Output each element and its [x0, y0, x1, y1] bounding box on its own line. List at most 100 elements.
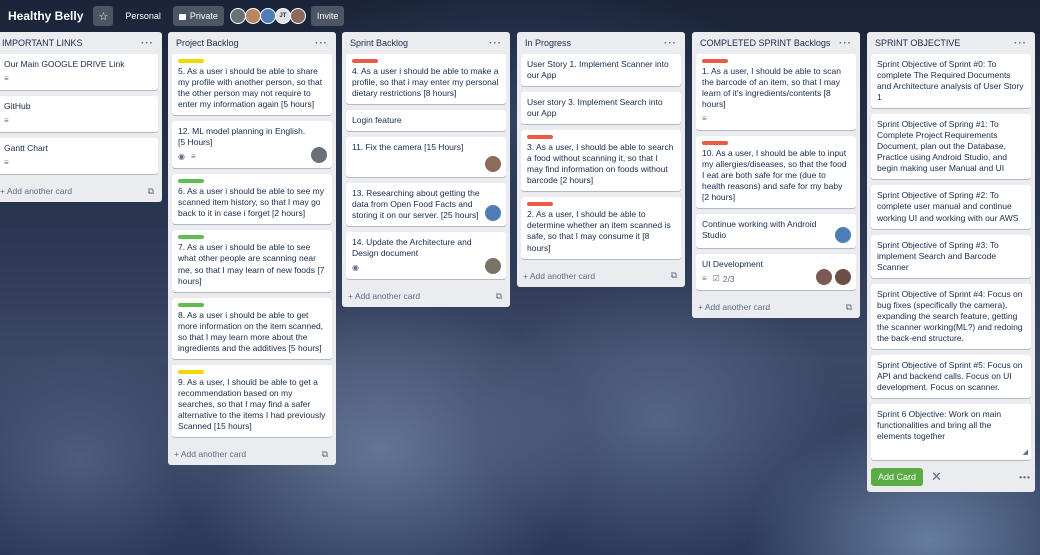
card-composer-textarea[interactable]: Sprint 6 Objective: Work on main functio… — [871, 404, 1031, 461]
add-card-button[interactable]: + Add another card ⧉ — [0, 180, 162, 202]
card-title: 14. Update the Architecture and Design d… — [352, 237, 472, 259]
card-template-icon[interactable]: ⧉ — [322, 449, 328, 460]
list-menu-icon[interactable]: ··· — [315, 38, 328, 49]
card-title: User story 3. Implement Search into our … — [527, 97, 663, 119]
avatar[interactable] — [835, 269, 851, 286]
card[interactable]: 8. As a user i should be able to get mor… — [172, 297, 332, 359]
list-header: IMPORTANT LINKS ··· — [0, 32, 162, 54]
list-header: COMPLETED SPRINT Backlogs ··· — [692, 32, 860, 54]
description-icon: ≡ — [702, 113, 707, 123]
description-icon: ≡ — [190, 152, 196, 162]
board-title[interactable]: Healthy Belly — [8, 9, 83, 23]
card[interactable]: Login feature — [346, 110, 506, 132]
add-card-button[interactable]: + Add another card ⧉ — [692, 296, 860, 318]
card[interactable]: 4. As a user i should be able to make a … — [346, 54, 506, 105]
avatar[interactable] — [259, 8, 276, 24]
card[interactable]: 13. Researching about getting the data f… — [346, 183, 506, 227]
card[interactable]: Sprint Objective of Spring #1: To Comple… — [871, 114, 1031, 180]
member-avatars: JT — [229, 8, 306, 24]
add-card-button[interactable]: + Add another card ⧉ — [342, 285, 510, 307]
card[interactable]: Sprint Objective of Sprint #5: Focus on … — [871, 354, 1031, 399]
avatar[interactable] — [816, 269, 832, 286]
card[interactable]: Gantt Chart ≡ — [0, 138, 158, 175]
team-button[interactable]: Personal — [119, 6, 167, 26]
label-green[interactable] — [178, 179, 204, 184]
card[interactable]: UI Development ≡ ☑ 2/3 — [696, 254, 856, 291]
add-card-label: Add another card — [180, 449, 247, 460]
avatar[interactable] — [485, 156, 501, 173]
card[interactable]: Continue working with Android Studio — [696, 214, 856, 249]
list-menu-icon[interactable]: ··· — [839, 38, 852, 49]
add-card-label: Add another card — [529, 270, 596, 281]
list-title[interactable]: Sprint Backlog — [350, 38, 408, 48]
label-green[interactable] — [178, 235, 204, 240]
card[interactable]: User story 3. Implement Search into our … — [521, 92, 681, 125]
plus-icon: + — [348, 291, 355, 302]
card-title: UI Development — [702, 259, 763, 270]
avatar[interactable] — [485, 205, 501, 222]
avatar[interactable] — [835, 227, 851, 244]
card[interactable]: Sprint Objective of Spring #2: To comple… — [871, 185, 1031, 229]
card[interactable]: 6. As a user i should be able to see my … — [172, 174, 332, 225]
card-template-icon[interactable]: ⧉ — [148, 186, 154, 197]
label-red[interactable] — [527, 135, 553, 140]
card[interactable]: 5. As a user i should be able to share m… — [172, 54, 332, 116]
list-menu-icon[interactable]: ··· — [141, 38, 154, 49]
list-title[interactable]: Project Backlog — [176, 38, 239, 48]
avatar[interactable] — [229, 8, 246, 24]
label-yellow[interactable] — [178, 369, 204, 374]
card-title: 4. As a user i should be able to make a … — [352, 66, 499, 99]
card[interactable]: 10. As a user, I should be able to input… — [696, 136, 856, 209]
card[interactable]: 14. Update the Architecture and Design d… — [346, 232, 506, 280]
card[interactable]: 7. As a user i should be able to see wha… — [172, 230, 332, 292]
card[interactable]: Sprint Objective of Spring #3: To implem… — [871, 234, 1031, 278]
list-header: Sprint Backlog ··· — [342, 32, 510, 54]
list-title[interactable]: IMPORTANT LINKS — [2, 38, 83, 48]
card[interactable]: Sprint Objective of Sprint #4: Focus on … — [871, 283, 1031, 349]
card[interactable]: 11. Fix the camera [15 Hours] — [346, 137, 506, 178]
list-menu-icon[interactable]: ··· — [664, 38, 677, 49]
lock-icon — [178, 14, 186, 20]
visibility-button[interactable]: Private — [172, 6, 224, 26]
list-title[interactable]: In Progress — [525, 38, 571, 48]
add-card-label: Add another card — [6, 186, 73, 197]
avatar[interactable] — [289, 8, 306, 24]
list-menu-icon[interactable]: ··· — [1014, 38, 1027, 49]
invite-button[interactable]: Invite — [310, 6, 345, 26]
label-red[interactable] — [702, 59, 728, 63]
visibility-label: Private — [189, 11, 218, 21]
card-template-icon[interactable]: ⧉ — [496, 291, 502, 302]
star-icon[interactable]: ☆ — [93, 6, 114, 26]
close-icon[interactable]: ✕ — [931, 469, 942, 485]
label-red[interactable] — [352, 59, 378, 63]
add-card-button[interactable]: + Add another card ⧉ — [168, 443, 336, 465]
card[interactable]: 12. ML model planning in English. [5 Hou… — [172, 121, 332, 169]
card[interactable]: 9. As a user, I should be able to get a … — [172, 364, 332, 438]
composer-controls: Add Card ✕ ••• — [867, 466, 1035, 492]
card[interactable]: User Story 1. Implement Scanner into our… — [521, 54, 681, 87]
resize-handle-icon[interactable]: ◢ — [1023, 448, 1028, 457]
list-title[interactable]: SPRINT OBJECTIVE — [875, 38, 960, 48]
label-yellow[interactable] — [178, 59, 204, 63]
card-template-icon[interactable]: ⧉ — [846, 302, 852, 313]
card-title: Our Main GOOGLE DRIVE Link — [4, 59, 125, 69]
avatar[interactable] — [244, 8, 261, 24]
card[interactable]: Sprint Objective of Sprint #0: To comple… — [871, 54, 1031, 109]
avatar-initials[interactable]: JT — [274, 8, 291, 24]
card[interactable]: GitHub ≡ — [0, 96, 158, 133]
card[interactable]: 1. As a user, I should be able to scan t… — [696, 54, 856, 131]
avatar[interactable] — [485, 258, 501, 275]
avatar[interactable] — [311, 147, 327, 164]
more-options-icon[interactable]: ••• — [1019, 472, 1031, 482]
card[interactable]: Our Main GOOGLE DRIVE Link ≡ — [0, 54, 158, 91]
label-red[interactable] — [702, 141, 728, 146]
card-template-icon[interactable]: ⧉ — [671, 270, 677, 281]
label-green[interactable] — [178, 302, 204, 307]
add-card-button[interactable]: + Add another card ⧉ — [517, 265, 685, 287]
add-card-submit-button[interactable]: Add Card — [871, 468, 924, 487]
card[interactable]: 3. As a user, I should be able to search… — [521, 130, 681, 192]
list-title[interactable]: COMPLETED SPRINT Backlogs — [700, 38, 830, 48]
label-red[interactable] — [527, 202, 553, 207]
card[interactable]: 2. As a user, I should be able to determ… — [521, 197, 681, 259]
list-menu-icon[interactable]: ··· — [489, 38, 502, 49]
